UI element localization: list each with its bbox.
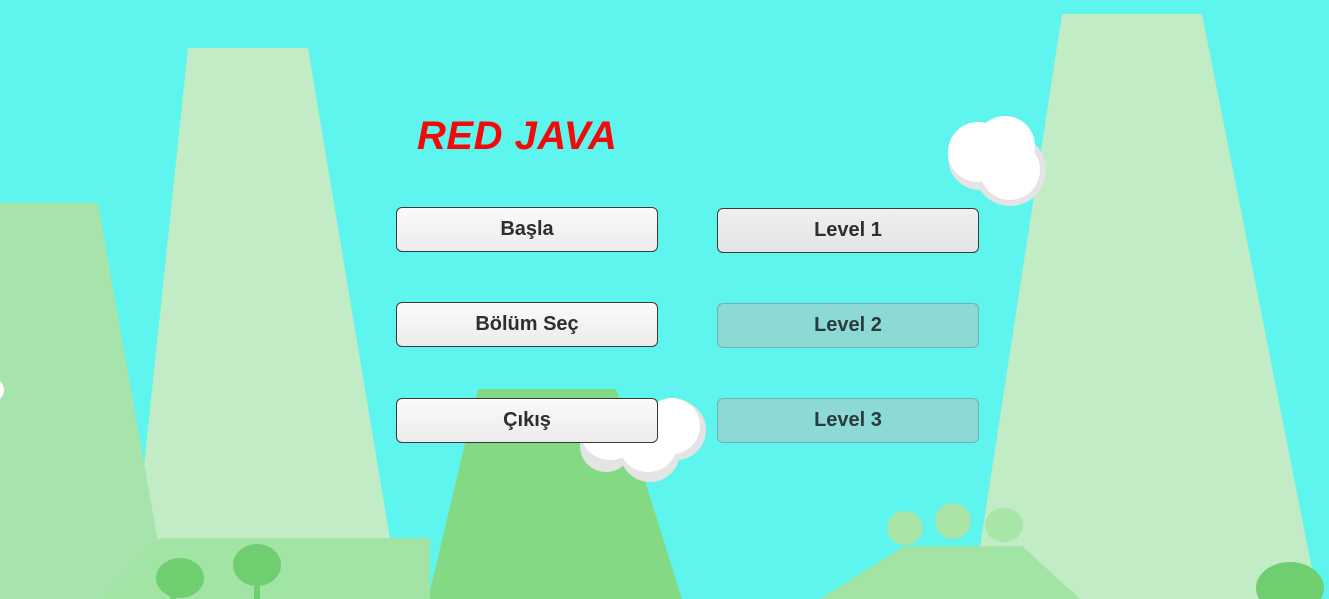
level-2-button[interactable]: Level 2 — [717, 303, 979, 348]
cloud-upper-right — [948, 116, 1046, 206]
level-1-button[interactable]: Level 1 — [717, 208, 979, 253]
bushes-right — [887, 503, 1023, 545]
level-3-button[interactable]: Level 3 — [717, 398, 979, 443]
mountain-right-tall — [972, 14, 1318, 599]
game-title: RED JAVA — [417, 114, 618, 158]
background-scene — [0, 14, 1324, 599]
select-level-button[interactable]: Bölüm Seç — [396, 302, 658, 347]
start-button[interactable]: Başla — [396, 207, 658, 252]
mountain-left-short — [0, 203, 168, 599]
exit-button[interactable]: Çıkış — [396, 398, 658, 443]
mountain-left-tall — [130, 48, 400, 599]
